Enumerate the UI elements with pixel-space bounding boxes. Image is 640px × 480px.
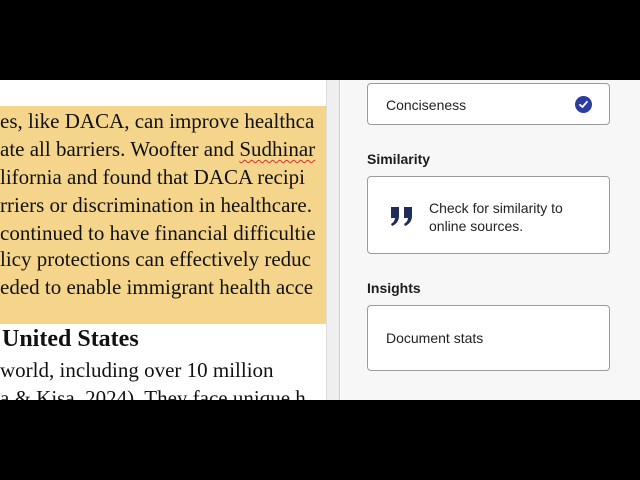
doc-line-8: world, including over 10 million	[0, 358, 274, 382]
similarity-card[interactable]: Check for similarity to online sources.	[367, 176, 610, 254]
insights-section-title: Insights	[367, 280, 421, 296]
conciseness-card[interactable]: Conciseness	[367, 83, 610, 125]
section-heading: United States	[2, 326, 139, 352]
doc-line-4: rriers or discrimination in healthcare.	[0, 193, 312, 217]
document-stats-label: Document stats	[386, 330, 484, 346]
doc-line-2-text: ate all barriers. Woofter and	[0, 137, 240, 161]
checkmark-icon	[575, 96, 592, 113]
quote-icon	[388, 205, 416, 227]
doc-line-1: es, like DACA, can improve healthca	[0, 109, 315, 133]
app-stage: es, like DACA, can improve healthca ate …	[0, 80, 640, 400]
document-stats-card[interactable]: Document stats	[367, 305, 610, 371]
similarity-section-title: Similarity	[367, 151, 431, 167]
similarity-description: Check for similarity to online sources.	[429, 200, 563, 234]
doc-line-2: ate all barriers. Woofter and Sudhinar	[0, 136, 315, 162]
doc-line-6: licy protections can effectively reduc	[0, 247, 311, 271]
doc-line-3: lifornia and found that DACA recipi	[0, 165, 306, 189]
panel-divider[interactable]	[326, 80, 340, 400]
conciseness-label: Conciseness	[386, 97, 467, 113]
doc-line-5: continued to have financial difficultie	[0, 221, 316, 245]
document-canvas[interactable]: es, like DACA, can improve healthca ate …	[0, 80, 326, 400]
doc-line-7: eded to enable immigrant health acce	[0, 275, 314, 299]
editor-side-panel: Conciseness Similarity Check for similar…	[341, 80, 640, 400]
doc-line-9: a & Kisa, 2024). They face unique h	[0, 386, 306, 400]
misspelled-word[interactable]: Sudhinar	[239, 137, 315, 161]
